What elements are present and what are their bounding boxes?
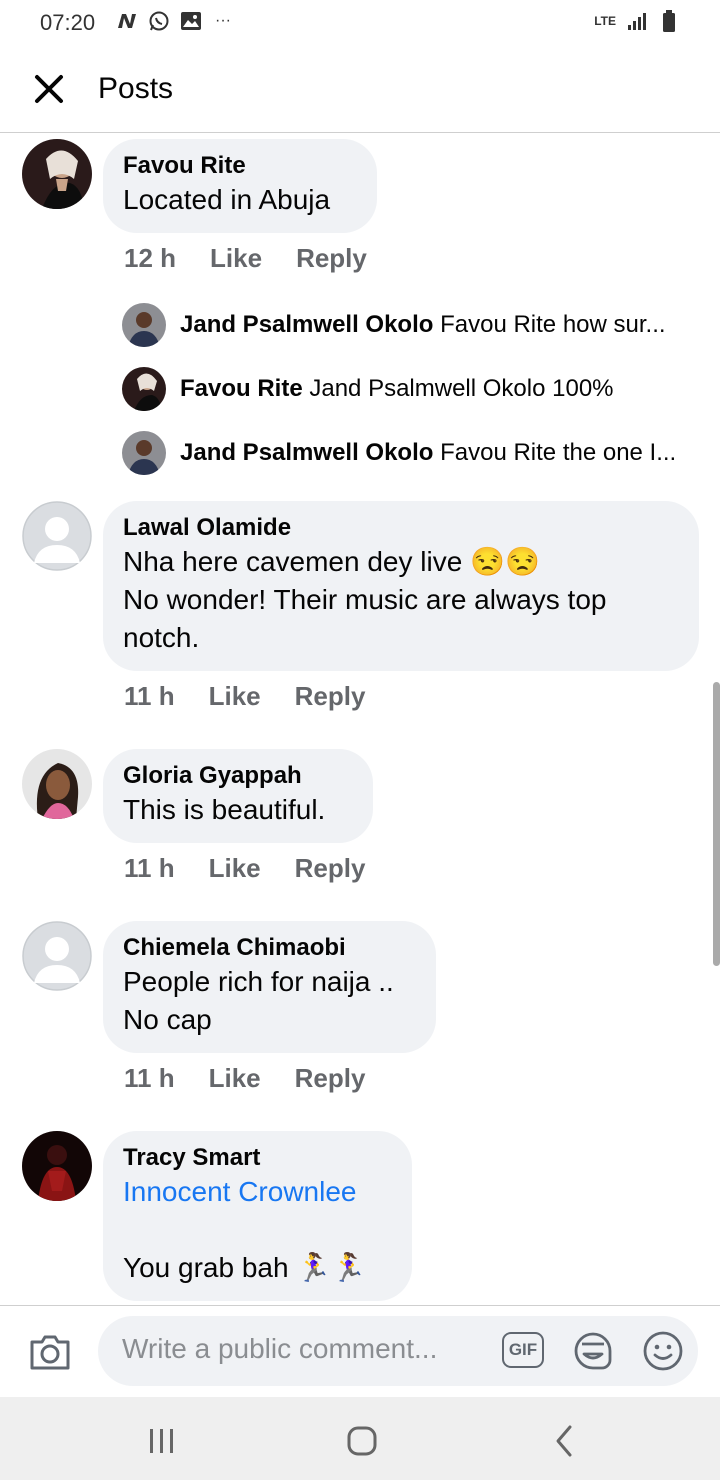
comment-text: You grab bah 🏃‍♀️🏃‍♀️ xyxy=(123,1252,367,1283)
status-bar: 07:20 ··· LTE xyxy=(0,0,720,46)
battery-icon xyxy=(658,10,680,32)
comment-time[interactable]: 11 h xyxy=(124,853,175,884)
comment-bubble[interactable]: Tracy Smart Innocent Crownlee You grab b… xyxy=(103,1131,412,1301)
back-icon[interactable] xyxy=(544,1421,584,1461)
reply-line: Favou Rite Jand Psalmwell Okolo 100% xyxy=(180,375,614,403)
reply-item[interactable]: Jand Psalmwell Okolo Favou Rite the one … xyxy=(122,431,702,475)
comment-text: This is beautiful. xyxy=(123,794,326,825)
reply-button[interactable]: Reply xyxy=(296,243,367,274)
avatar xyxy=(122,303,166,347)
avatar xyxy=(122,367,166,411)
posts-header: Posts xyxy=(0,46,720,133)
comment-author[interactable]: Tracy Smart xyxy=(123,1143,392,1173)
page-title: Posts xyxy=(98,72,174,105)
reply-text: Favou Rite how sur... xyxy=(440,311,666,338)
comment-bubble[interactable]: Favou Rite Located in Abuja xyxy=(103,139,377,233)
reply-author[interactable]: Favou Rite xyxy=(180,375,303,402)
comment-actions: 11 h Like Reply xyxy=(124,681,365,712)
comment-author[interactable]: Chiemela Chimaobi xyxy=(123,933,416,963)
recents-icon[interactable] xyxy=(142,1421,182,1461)
reply-author[interactable]: Jand Psalmwell Okolo xyxy=(180,311,433,338)
network-n-icon xyxy=(116,10,138,32)
reply-line: Jand Psalmwell Okolo Favou Rite how sur.… xyxy=(180,311,666,339)
system-navigation-bar xyxy=(0,1397,720,1480)
reply-author[interactable]: Jand Psalmwell Okolo xyxy=(180,439,433,466)
comment-bubble[interactable]: Chiemela Chimaobi People rich for naija … xyxy=(103,921,436,1053)
reply-button[interactable]: Reply xyxy=(295,853,366,884)
gallery-icon xyxy=(180,10,202,32)
comment-composer: GIF xyxy=(0,1305,720,1398)
sticker-icon[interactable] xyxy=(572,1330,614,1372)
signal-icon xyxy=(626,10,648,32)
smiley-icon[interactable] xyxy=(642,1330,684,1372)
avatar[interactable] xyxy=(22,749,92,819)
mention-link[interactable]: Innocent Crownlee xyxy=(123,1173,392,1211)
comment-text: Located in Abuja xyxy=(123,184,331,215)
system-icons: LTE xyxy=(594,10,680,32)
comment-author[interactable]: Favou Rite xyxy=(123,151,357,181)
camera-icon[interactable] xyxy=(28,1332,72,1372)
status-time: 07:20 xyxy=(40,10,96,35)
whatsapp-icon xyxy=(148,10,170,32)
comment-actions: 11 h Like Reply xyxy=(124,853,365,884)
comment-bubble[interactable]: Lawal Olamide Nha here cavemen dey live … xyxy=(103,501,699,671)
comment-time[interactable]: 11 h xyxy=(124,1063,175,1094)
reply-text: Favou Rite the one I... xyxy=(440,439,677,466)
comment-actions: 12 h Like Reply xyxy=(124,243,367,274)
comments-feed[interactable]: Favou Rite Located in Abuja 12 h Like Re… xyxy=(0,133,720,1305)
gif-button[interactable]: GIF xyxy=(502,1332,544,1368)
avatar[interactable] xyxy=(22,139,92,209)
comment-box[interactable]: GIF xyxy=(98,1316,698,1386)
reply-line: Jand Psalmwell Okolo Favou Rite the one … xyxy=(180,439,676,467)
avatar[interactable] xyxy=(22,921,92,991)
avatar[interactable] xyxy=(22,501,92,571)
like-button[interactable]: Like xyxy=(209,681,261,712)
like-button[interactable]: Like xyxy=(209,1063,261,1094)
more-notifications: ··· xyxy=(215,12,231,29)
comment-text: People rich for naija .. No cap xyxy=(123,966,394,1035)
scrollbar[interactable] xyxy=(713,682,720,966)
notification-icons: ··· xyxy=(116,10,234,32)
reply-text: Jand Psalmwell Okolo 100% xyxy=(309,375,614,402)
comment-author[interactable]: Gloria Gyappah xyxy=(123,761,353,791)
reply-item[interactable]: Jand Psalmwell Okolo Favou Rite how sur.… xyxy=(122,303,702,347)
like-button[interactable]: Like xyxy=(209,853,261,884)
comment-input[interactable] xyxy=(120,1332,469,1366)
comment-spacer xyxy=(123,1211,392,1249)
comment-author[interactable]: Lawal Olamide xyxy=(123,513,679,543)
lte-indicator: LTE xyxy=(594,14,616,28)
comment-bubble[interactable]: Gloria Gyappah This is beautiful. xyxy=(103,749,373,843)
comment-time[interactable]: 11 h xyxy=(124,681,175,712)
home-icon[interactable] xyxy=(342,1421,382,1461)
reply-item[interactable]: Favou Rite Jand Psalmwell Okolo 100% xyxy=(122,367,702,411)
like-button[interactable]: Like xyxy=(210,243,262,274)
avatar[interactable] xyxy=(22,1131,92,1201)
reply-button[interactable]: Reply xyxy=(295,681,366,712)
reply-button[interactable]: Reply xyxy=(295,1063,366,1094)
comment-actions: 11 h Like Reply xyxy=(124,1063,365,1094)
close-icon[interactable] xyxy=(32,72,66,106)
comment-time[interactable]: 12 h xyxy=(124,243,176,274)
comment-text: Nha here cavemen dey live 😒😒 No wonder! … xyxy=(123,546,607,653)
avatar xyxy=(122,431,166,475)
